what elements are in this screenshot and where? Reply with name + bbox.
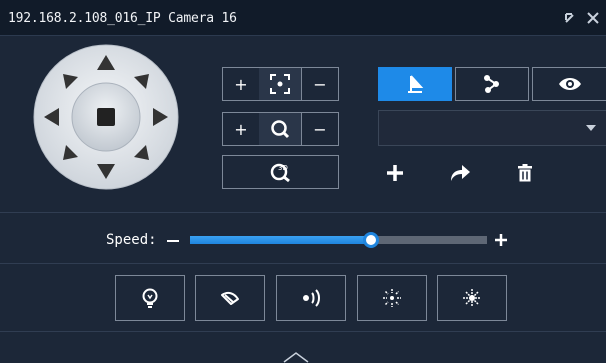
title-bar: 192.168.2.108_016_IP Camera 16	[0, 0, 606, 36]
wiper-button[interactable]	[195, 275, 265, 321]
ir-light-button[interactable]	[357, 275, 427, 321]
call-preset-button[interactable]	[447, 160, 473, 186]
speed-label: Speed:	[106, 232, 157, 248]
tab-view[interactable]	[532, 67, 606, 101]
zoom-icon	[259, 112, 301, 146]
divider	[0, 331, 606, 332]
divider	[0, 263, 606, 264]
auto-scan-icon	[303, 289, 320, 307]
tab-preset[interactable]	[378, 67, 452, 101]
plus-icon	[387, 165, 403, 181]
restore-arrow-icon[interactable]	[561, 9, 579, 27]
speed-decrease-button[interactable]	[167, 240, 179, 242]
speed-slider[interactable]	[190, 232, 487, 248]
zoom-plus-button[interactable]: +	[222, 112, 260, 146]
chevron-down-icon	[586, 125, 596, 131]
zoom-minus-button[interactable]: −	[301, 112, 339, 146]
3d-position-button[interactable]: 3D	[222, 155, 339, 189]
defog-icon	[463, 289, 481, 307]
trash-icon	[518, 164, 532, 182]
stop-icon[interactable]	[97, 108, 115, 126]
eye-icon	[558, 78, 581, 90]
close-icon[interactable]	[584, 9, 602, 27]
defog-button[interactable]	[437, 275, 507, 321]
redo-arrow-icon	[451, 165, 470, 181]
chevron-up-icon[interactable]	[281, 350, 311, 363]
speed-slider-fill	[190, 236, 372, 244]
delete-preset-button[interactable]	[512, 160, 538, 186]
focus-icon	[259, 67, 301, 101]
preset-flag-icon	[408, 75, 424, 93]
ptz-joystick[interactable]	[33, 44, 179, 190]
add-preset-button[interactable]	[382, 160, 408, 186]
preset-select[interactable]	[378, 110, 606, 146]
svg-text:3D: 3D	[278, 164, 288, 172]
divider	[0, 212, 606, 213]
ir-light-icon	[383, 289, 401, 307]
patrol-path-icon	[484, 75, 499, 93]
auto-scan-button[interactable]	[276, 275, 346, 321]
light-button[interactable]	[115, 275, 185, 321]
window-title: 192.168.2.108_016_IP Camera 16	[8, 11, 237, 26]
speed-increase-button[interactable]	[494, 233, 508, 247]
focus-plus-button[interactable]: +	[222, 67, 260, 101]
focus-minus-button[interactable]: −	[301, 67, 339, 101]
light-icon	[142, 288, 158, 308]
tab-patrol[interactable]	[455, 67, 529, 101]
wiper-icon	[221, 291, 239, 305]
3d-zoom-icon: 3D	[270, 163, 290, 183]
